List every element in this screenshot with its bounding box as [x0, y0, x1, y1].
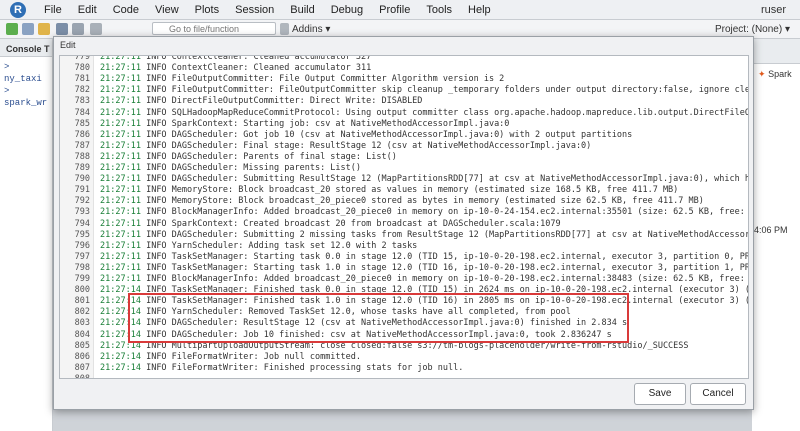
log-timestamp: 21:27:11: [100, 63, 141, 74]
log-timestamp: 21:27:11: [100, 174, 141, 185]
menu-tools[interactable]: Tools: [426, 4, 452, 16]
log-timestamp: 21:27:11: [100, 96, 141, 107]
menu-code[interactable]: Code: [113, 4, 139, 16]
log-message: INFO FileFormatWriter: Job null committe…: [146, 351, 362, 362]
log-timestamp: 21:27:11: [100, 151, 141, 162]
spark-tab[interactable]: ✦ Spark: [758, 69, 792, 80]
log-message: INFO FileOutputCommitter: FileOutputComm…: [146, 85, 749, 96]
highlight-box: [128, 293, 629, 343]
log-message: INFO ContextCleaner: Cleaned accumulator…: [146, 63, 372, 74]
menu-edit[interactable]: Edit: [78, 4, 97, 16]
log-message: INFO MemoryStore: Block broadcast_20 sto…: [146, 185, 679, 196]
log-timestamp: 21:27:14: [100, 362, 141, 373]
save-icon[interactable]: [56, 23, 68, 35]
menu-profile[interactable]: Profile: [379, 4, 410, 16]
log-timestamp: 21:27:11: [100, 240, 141, 251]
log-timestamp: 21:27:11: [100, 274, 141, 284]
console-line: > ny_taxi: [4, 62, 42, 84]
menu-file[interactable]: File: [44, 4, 62, 16]
console-pane: Console T > ny_taxi > spark_wr: [0, 39, 53, 431]
log-timestamp: 21:27:11: [100, 163, 141, 173]
log-message: INFO YarnScheduler: Adding task set 12.0…: [146, 240, 418, 251]
menu-view[interactable]: View: [155, 4, 179, 16]
main-menu: File Edit Code View Plots Session Build …: [44, 4, 507, 16]
log-message: INFO TaskSetManager: Starting task 0.0 i…: [146, 251, 748, 262]
log-message: INFO BlockManagerInfo: Added broadcast_2…: [146, 207, 749, 218]
new-project-icon[interactable]: [22, 23, 34, 35]
log-timestamp: 21:27:11: [100, 55, 141, 62]
menu-plots[interactable]: Plots: [195, 4, 219, 16]
log-message: INFO SparkContext: Starting job: csv at …: [146, 118, 510, 129]
menu-help[interactable]: Help: [468, 4, 491, 16]
line-number: 808: [74, 373, 90, 379]
log-timestamp: 21:27:11: [100, 118, 141, 129]
log-timestamp: 21:27:11: [100, 129, 141, 140]
log-message: INFO DAGScheduler: Submitting ResultStag…: [146, 174, 748, 185]
log-timestamp: 21:27:11: [100, 140, 141, 151]
log-line: 808: [60, 373, 748, 379]
log-timestamp: 21:27:11: [100, 229, 141, 240]
spark-label: Spark: [768, 69, 792, 79]
log-timestamp: 21:27:11: [100, 74, 141, 85]
log-message: INFO ContextCleaner: Cleaned accumulator…: [146, 55, 372, 62]
log-message: INFO DAGScheduler: Parents of final stag…: [146, 151, 397, 162]
log-message: INFO DAGScheduler: Got job 10 (csv at Na…: [146, 129, 633, 140]
log-timestamp: 21:27:11: [100, 207, 141, 218]
r-logo-icon: R: [10, 2, 26, 18]
log-timestamp: 21:27:11: [100, 85, 141, 96]
log-message: INFO SparkContext: Created broadcast 20 …: [146, 218, 561, 229]
project-selector[interactable]: Project: (None) ▾: [715, 24, 790, 35]
log-message: INFO FileOutputCommitter: File Output Co…: [146, 74, 505, 85]
menu-bar: R File Edit Code View Plots Session Buil…: [0, 0, 800, 20]
menu-build[interactable]: Build: [290, 4, 314, 16]
log-timestamp: 21:27:11: [100, 185, 141, 196]
new-file-icon[interactable]: [6, 23, 18, 35]
user-name[interactable]: ruser: [761, 4, 786, 16]
log-timestamp: 21:27:14: [100, 351, 141, 362]
log-message: INFO FileFormatWriter: Finished processi…: [146, 362, 464, 373]
cancel-button[interactable]: Cancel: [690, 383, 746, 405]
save-button[interactable]: Save: [634, 383, 686, 405]
log-message: INFO DAGScheduler: Missing parents: List…: [146, 163, 362, 173]
print-icon[interactable]: [90, 23, 102, 35]
timestamp: 4:06 PM: [754, 225, 788, 235]
menu-session[interactable]: Session: [235, 4, 274, 16]
log-message: INFO BlockManagerInfo: Added broadcast_2…: [146, 274, 749, 284]
menu-debug[interactable]: Debug: [331, 4, 363, 16]
console-tabs[interactable]: Console T: [0, 39, 52, 57]
edit-dialog: Edit 779 21:27:11 INFO ContextCleaner: Cl…: [53, 36, 754, 410]
goto-file-input[interactable]: Go to file/function: [152, 22, 276, 35]
log-message: INFO DAGScheduler: Final stage: ResultSt…: [146, 140, 592, 151]
right-pane: ✦ Spark 4:06 PM: [752, 39, 800, 431]
log-timestamp: 21:27:11: [100, 218, 141, 229]
log-timestamp: 21:27:11: [100, 251, 141, 262]
dialog-title: Edit: [60, 40, 76, 50]
log-message: INFO DAGScheduler: Submitting 2 missing …: [146, 229, 749, 240]
addins-menu[interactable]: Addins ▾: [292, 24, 330, 35]
grid-icon[interactable]: [280, 23, 289, 35]
log-timestamp: 21:27:11: [100, 107, 141, 118]
spark-icon: ✦: [758, 69, 766, 79]
log-timestamp: 21:27:11: [100, 262, 141, 273]
save-all-icon[interactable]: [72, 23, 84, 35]
log-message: INFO MemoryStore: Block broadcast_20_pie…: [146, 196, 704, 207]
log-message: INFO TaskSetManager: Starting task 1.0 i…: [146, 262, 748, 273]
log-message: INFO SQLHadoopMapReduceCommitProtocol: U…: [146, 107, 749, 118]
log-message: INFO DirectFileOutputCommitter: Direct W…: [146, 96, 423, 107]
console-output: > ny_taxi > spark_wr: [0, 57, 52, 109]
right-pane-tabs: [752, 39, 800, 64]
log-timestamp: 21:27:11: [100, 196, 141, 207]
open-folder-icon[interactable]: [38, 23, 50, 35]
console-line: > spark_wr: [4, 86, 48, 108]
